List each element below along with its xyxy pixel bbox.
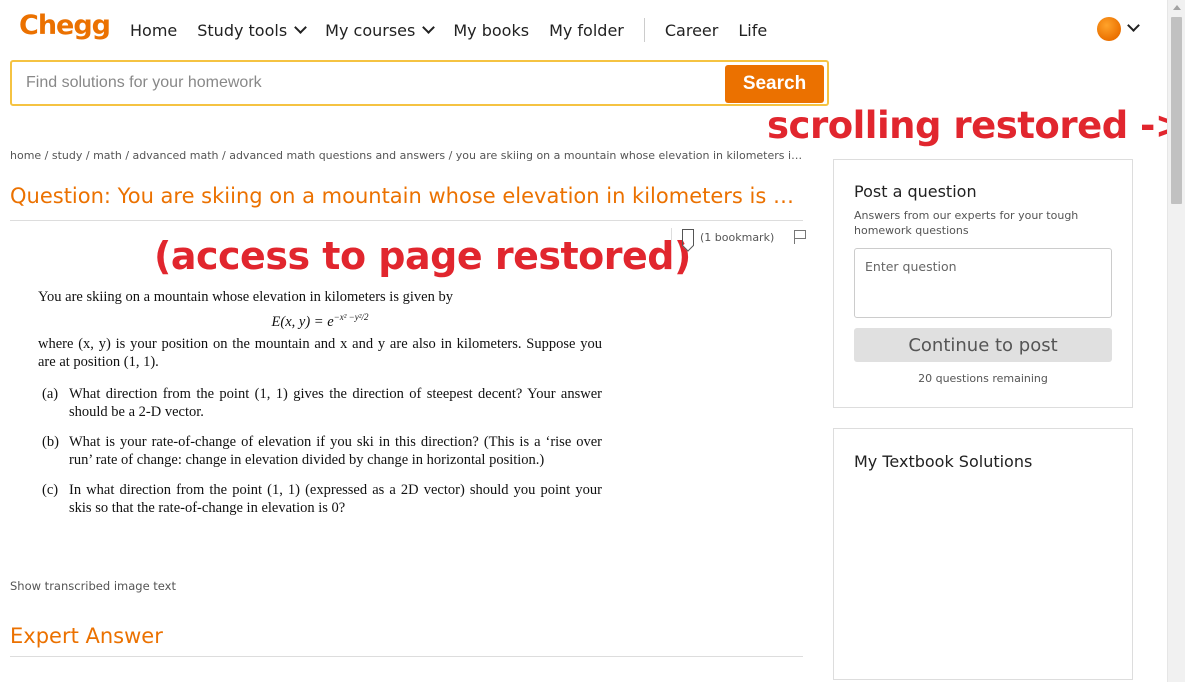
main-nav: Home Study tools My courses My books My …	[130, 18, 787, 42]
chegg-logo[interactable]: Chegg	[19, 10, 111, 41]
questions-remaining: 20 questions remaining	[918, 372, 1048, 385]
chevron-down-icon	[422, 21, 436, 34]
question-intro: You are skiing on a mountain whose eleva…	[38, 289, 453, 305]
search-button[interactable]: Search	[725, 65, 824, 103]
chevron-down-icon	[294, 21, 308, 34]
textbook-solutions-title: My Textbook Solutions	[854, 452, 1033, 471]
nav-career[interactable]: Career	[665, 21, 718, 40]
annotation-scrolling-restored: scrolling restored ->	[767, 104, 1185, 147]
search-bar: Search	[10, 60, 829, 106]
nav-divider	[643, 18, 645, 42]
divider	[10, 656, 803, 657]
question-formula: E(x, y) = e−x² −y²/2	[271, 312, 369, 330]
question-title: Question: You are skiing on a mountain w…	[10, 184, 805, 208]
post-question-title: Post a question	[854, 182, 977, 201]
annotation-access-restored: (access to page restored)	[154, 234, 691, 278]
flag-icon[interactable]	[794, 230, 807, 244]
bookmark-count[interactable]: (1 bookmark)	[700, 231, 774, 244]
nav-my-courses[interactable]: My courses	[325, 21, 436, 40]
show-transcribed-link[interactable]: Show transcribed image text	[10, 579, 176, 593]
question-toolbar: (1 bookmark)	[671, 228, 807, 246]
expert-answer-heading: Expert Answer	[10, 624, 163, 648]
divider	[10, 220, 803, 221]
question-part: (b) What is your rate-of-change of elevat…	[42, 433, 602, 468]
nav-my-books[interactable]: My books	[453, 21, 529, 40]
top-navigation: Chegg Home Study tools My courses My boo…	[0, 0, 1167, 58]
nav-my-folder[interactable]: My folder	[549, 21, 624, 40]
scroll-up-arrow-icon[interactable]	[1173, 5, 1181, 10]
question-parts: (a) What direction from the point (1, 1) …	[38, 385, 602, 517]
nav-life[interactable]: Life	[738, 21, 767, 40]
post-question-card: Post a question Answers from our experts…	[833, 159, 1133, 408]
question-position-text: where (x, y) is your position on the mou…	[38, 335, 602, 370]
user-avatar-icon[interactable]	[1097, 17, 1121, 41]
nav-home[interactable]: Home	[130, 21, 177, 40]
question-part: (a) What direction from the point (1, 1) …	[42, 385, 602, 420]
question-input[interactable]	[854, 248, 1112, 318]
textbook-solutions-card: My Textbook Solutions	[833, 428, 1133, 680]
breadcrumb[interactable]: home / study / math / advanced math / ad…	[10, 149, 805, 162]
toolbar-divider	[671, 228, 672, 246]
question-image: You are skiing on a mountain whose eleva…	[38, 288, 602, 529]
scrollbar-thumb[interactable]	[1171, 17, 1182, 204]
chevron-down-icon[interactable]	[1127, 19, 1140, 32]
search-input[interactable]	[26, 62, 726, 104]
nav-study-tools[interactable]: Study tools	[197, 21, 308, 40]
page-scrollbar[interactable]	[1167, 0, 1185, 682]
question-part: (c) In what direction from the point (1, …	[42, 481, 602, 516]
post-question-subtitle: Answers from our experts for your tough …	[854, 209, 1079, 237]
bookmark-icon[interactable]	[682, 228, 694, 246]
continue-to-post-button[interactable]: Continue to post	[854, 328, 1112, 362]
